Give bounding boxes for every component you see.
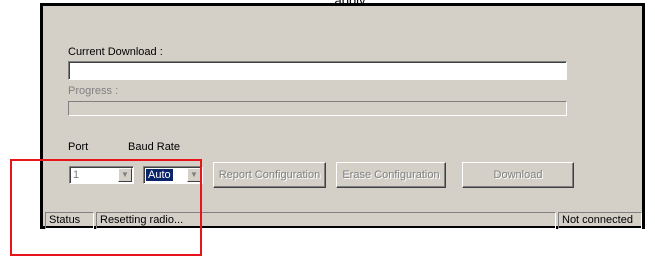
- highlight-annotation: [10, 159, 202, 256]
- port-label: Port: [68, 141, 89, 153]
- erase-configuration-button[interactable]: Erase Configuration: [336, 162, 446, 188]
- current-download-label: Current Download :: [68, 46, 163, 58]
- progress-bar: [68, 101, 567, 116]
- report-configuration-button[interactable]: Report Configuration: [213, 162, 326, 188]
- download-button[interactable]: Download: [462, 162, 574, 188]
- current-download-field[interactable]: [68, 61, 567, 80]
- progress-label: Progress :: [68, 85, 119, 97]
- connection-status: Not connected: [558, 212, 642, 229]
- baud-rate-label: Baud Rate: [128, 141, 180, 153]
